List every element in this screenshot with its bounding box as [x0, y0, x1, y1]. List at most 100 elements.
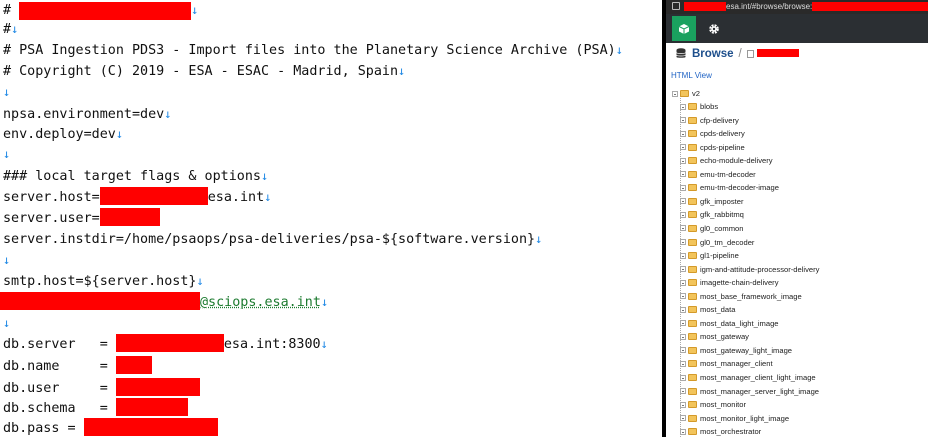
tree-item-label: most_orchestrator	[700, 427, 762, 437]
tree-item[interactable]: imagette-chain-delivery	[680, 276, 779, 289]
tree-item-label: most_manager_client_light_image	[700, 373, 816, 382]
tree-item-label: most_monitor_light_image	[700, 413, 790, 423]
tree-item[interactable]: echo-module-delivery	[680, 154, 773, 167]
redacted-block	[83, 418, 218, 436]
expand-icon[interactable]	[680, 360, 686, 367]
editor-line: ↓	[3, 253, 11, 267]
browse-link[interactable]: Browse	[692, 48, 734, 60]
tree-item-label: most_manager_server_light_image	[700, 386, 820, 396]
expand-icon[interactable]	[680, 157, 686, 164]
tree-item-label: imagette-chain-delivery	[700, 278, 779, 288]
tree-root[interactable]: v2	[672, 87, 700, 100]
editor-line: # PSA Ingestion PDS3 - Import files into…	[3, 43, 623, 58]
expand-icon[interactable]	[680, 347, 686, 354]
tree-item[interactable]: most_manager_server_light_image	[680, 385, 819, 398]
tree-item[interactable]: cfp-delivery	[680, 114, 739, 127]
expand-icon[interactable]	[680, 198, 686, 205]
redacted-block	[684, 2, 726, 11]
expand-icon[interactable]	[680, 103, 686, 110]
breadcrumb: Browse /	[676, 46, 799, 62]
expand-icon[interactable]	[680, 225, 686, 232]
tree-item-label: most_gateway_light_image	[700, 345, 793, 355]
settings-tab[interactable]	[702, 16, 726, 41]
editor-line: npsa.environment=dev↓	[3, 107, 172, 122]
expand-icon[interactable]	[680, 401, 686, 408]
expand-icon[interactable]	[680, 117, 686, 124]
expand-icon[interactable]	[680, 184, 686, 191]
tree-item[interactable]: most_data_light_image	[680, 317, 779, 330]
redacted-block	[99, 208, 160, 226]
expand-icon[interactable]	[680, 266, 686, 273]
expand-icon[interactable]	[680, 239, 686, 245]
tree-item[interactable]: gfk_rabbitmq	[680, 208, 744, 221]
redacted-block	[115, 334, 224, 352]
folder-icon	[688, 306, 697, 314]
tree-item[interactable]: most_gateway_light_image	[680, 344, 792, 357]
tree-item[interactable]: most_manager_client_light_image	[680, 371, 816, 384]
tree-item[interactable]: most_monitor	[680, 398, 746, 411]
redacted-block	[756, 49, 799, 57]
address-bar[interactable]: esa.int/#browse/browse:	[666, 0, 928, 14]
tree-item[interactable]: emu-tm-decoder-image	[680, 181, 779, 194]
tree-item[interactable]: gl0_tm_decoder	[680, 236, 754, 249]
tree-item[interactable]: gfk_imposter	[680, 195, 743, 208]
gear-icon	[709, 23, 719, 34]
tree-item[interactable]: most_monitor_light_image	[680, 412, 789, 425]
tree-item-label: blobs	[700, 102, 719, 111]
folder-icon	[688, 333, 697, 341]
tree-item[interactable]: cpds-pipeline	[680, 141, 745, 154]
tree-item[interactable]: blobs	[680, 100, 718, 113]
folder-icon	[688, 157, 697, 165]
expand-icon[interactable]	[680, 279, 686, 286]
tree-item-label: most_data	[700, 305, 736, 315]
expand-icon[interactable]	[680, 415, 686, 422]
expand-icon[interactable]	[680, 144, 686, 151]
collapse-icon	[672, 90, 678, 97]
tree-item[interactable]: most_gateway	[680, 330, 749, 343]
expand-icon[interactable]	[680, 320, 686, 327]
tree-item[interactable]: igm-and-attitude-processor-delivery	[680, 263, 819, 276]
expand-icon[interactable]	[680, 293, 686, 300]
browse-tab[interactable]	[672, 16, 696, 41]
tree-item[interactable]: gl1-pipeline	[680, 249, 739, 262]
tree-item-label: cpds-delivery	[700, 129, 745, 139]
tree-item[interactable]: emu-tm-decoder	[680, 168, 756, 181]
tree-item-label: emu-tm-decoder	[700, 169, 756, 179]
tree-item[interactable]: most_data	[680, 303, 735, 316]
folder-icon	[688, 265, 697, 273]
tree-item-label: most_data_light_image	[700, 318, 779, 328]
tree-item[interactable]: gl0_common	[680, 222, 743, 235]
tree-item-label: most_gateway	[700, 332, 749, 342]
expand-icon[interactable]	[680, 211, 686, 218]
expand-icon[interactable]	[680, 306, 686, 313]
html-view-link[interactable]: HTML View	[671, 71, 712, 80]
folder-icon	[688, 103, 697, 110]
editor-line: server.user=	[3, 208, 160, 228]
folder-icon	[688, 197, 697, 205]
editor-line: #↓	[3, 22, 19, 37]
editor-line: @sciops.esa.int↓	[0, 292, 328, 312]
editor-line: ### local target flags & options↓	[3, 169, 269, 184]
expand-icon[interactable]	[680, 252, 686, 259]
tree-item[interactable]: cpds-delivery	[680, 127, 745, 140]
tree-item[interactable]: most_manager_client	[680, 357, 773, 370]
expand-icon[interactable]	[680, 333, 686, 340]
expand-icon[interactable]	[680, 130, 686, 137]
expand-icon[interactable]	[680, 428, 686, 435]
tree-item-label: most_manager_client	[700, 359, 773, 369]
tree-item-label: most_base_framework_image	[700, 291, 802, 301]
folder-icon	[688, 130, 697, 138]
folder-icon	[688, 279, 697, 287]
expand-icon[interactable]	[680, 388, 686, 395]
expand-icon[interactable]	[680, 171, 686, 178]
tree-item-label: emu-tm-decoder-image	[700, 183, 779, 193]
text-editor[interactable]: # ↓ #↓ # PSA Ingestion PDS3 - Import fil…	[0, 0, 662, 437]
tree-item[interactable]: most_orchestrator	[680, 425, 761, 437]
redacted-block	[19, 2, 192, 20]
tree-item[interactable]: most_base_framework_image	[680, 290, 802, 303]
redacted-block	[115, 356, 152, 374]
editor-line: server.instdir=/home/psaops/psa-deliveri…	[3, 232, 543, 247]
lock-icon	[672, 2, 680, 10]
expand-icon[interactable]	[680, 374, 686, 381]
cube-icon	[678, 23, 690, 34]
